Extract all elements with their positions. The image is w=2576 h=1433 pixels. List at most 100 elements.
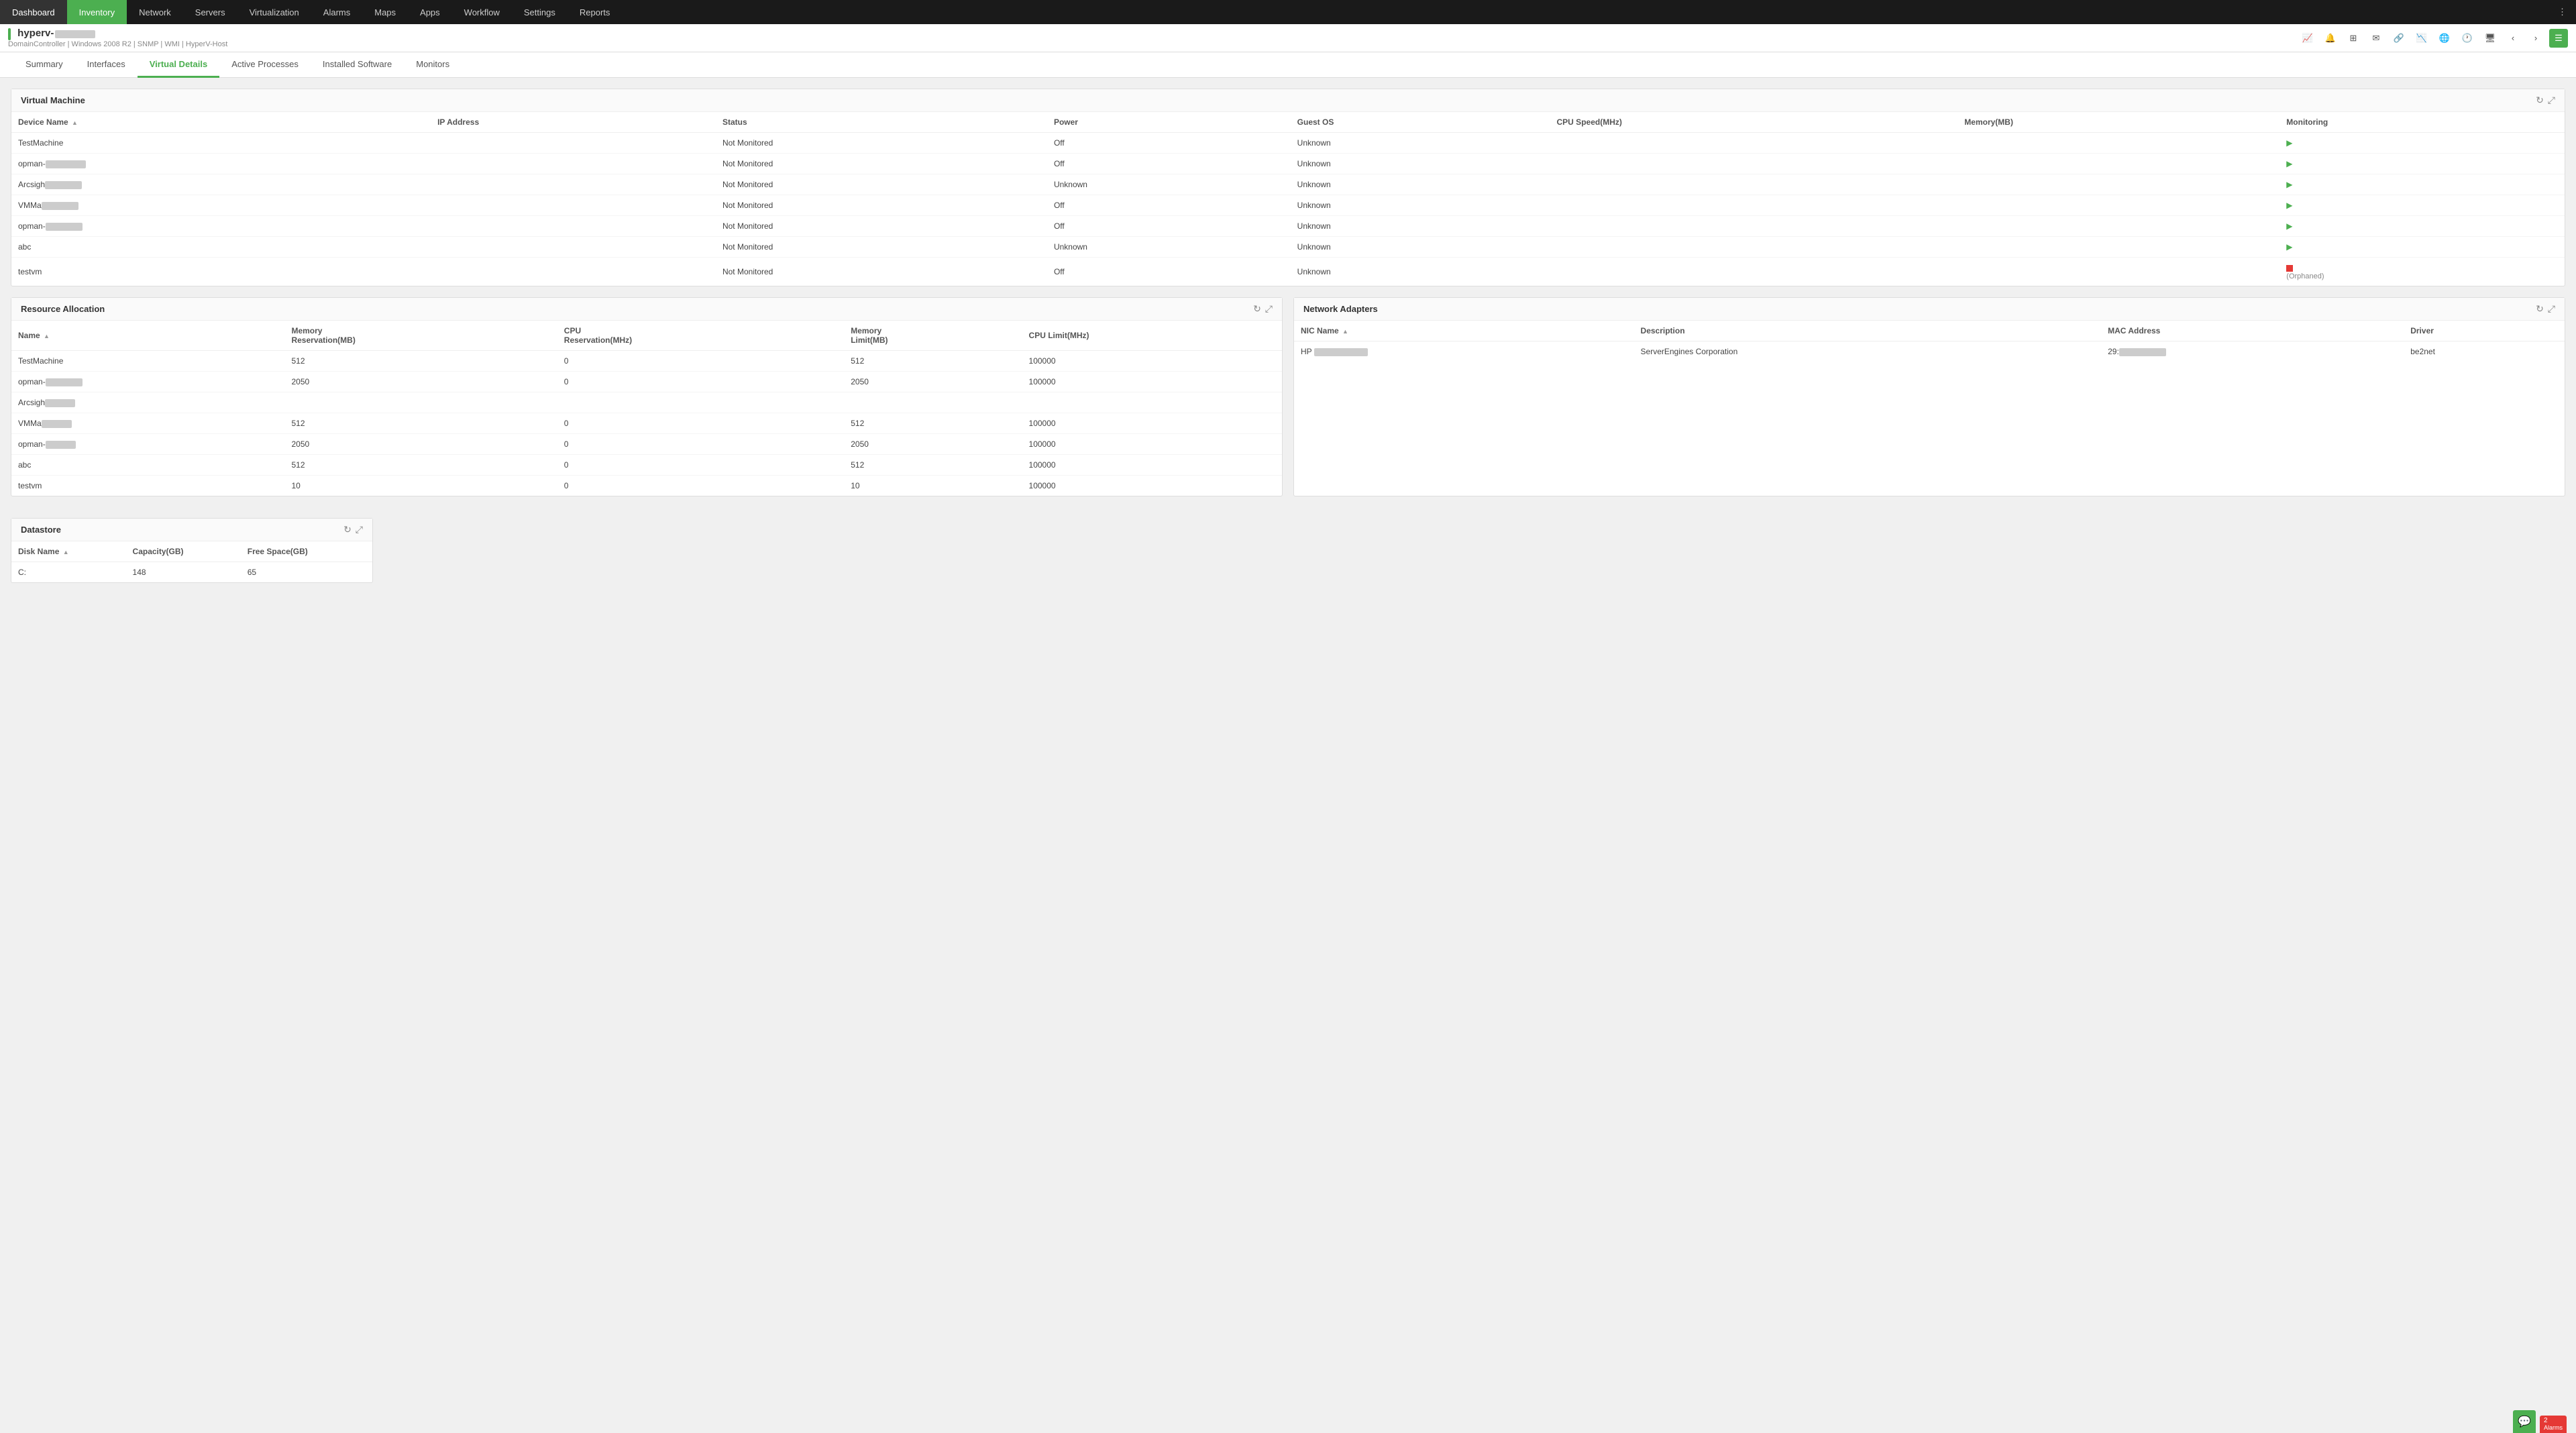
virtual-machine-title: Virtual Machine bbox=[21, 95, 85, 105]
resource-allocation-actions: ↻ ⤢ bbox=[1253, 303, 1273, 315]
screen-icon-btn[interactable]: 🖥 bbox=[2481, 29, 2500, 48]
table-row: opman- 2050 0 2050 100000 bbox=[11, 372, 1282, 392]
monitoring-play-icon[interactable]: ▶ bbox=[2286, 221, 2292, 231]
col-cpu-speed: CPU Speed(MHz) bbox=[1550, 112, 1958, 133]
tab-monitors[interactable]: Monitors bbox=[404, 52, 462, 78]
orphaned-label: (Orphaned) bbox=[2286, 272, 2558, 280]
monitoring-play-icon[interactable]: ▶ bbox=[2286, 180, 2292, 189]
grid-icon-btn[interactable]: ⊞ bbox=[2344, 29, 2363, 48]
table-row: abc Not Monitored Unknown Unknown ▶ bbox=[11, 237, 2565, 258]
network-adapters-section: Network Adapters ↻ ⤢ NIC Name ▲ Descript… bbox=[1293, 297, 2565, 496]
col-free-space: Free Space(GB) bbox=[241, 541, 372, 562]
nav-reports[interactable]: Reports bbox=[568, 0, 623, 24]
device-name-cell: VMMa bbox=[11, 195, 431, 216]
col-nic-name: NIC Name ▲ bbox=[1294, 321, 1634, 341]
network-adapters-title: Network Adapters bbox=[1303, 304, 1378, 314]
resource-allocation-section: Resource Allocation ↻ ⤢ Name ▲ MemoryRes… bbox=[11, 297, 1283, 496]
nav-apps[interactable]: Apps bbox=[408, 0, 452, 24]
col-device-name: Device Name ▲ bbox=[11, 112, 431, 133]
globe-icon-btn[interactable]: 🌐 bbox=[2435, 29, 2454, 48]
monitoring-play-icon[interactable]: ▶ bbox=[2286, 201, 2292, 210]
datastore-actions: ↻ ⤢ bbox=[343, 524, 363, 535]
device-name-cell: opman- bbox=[11, 216, 431, 237]
expand-icon[interactable]: ⤢ bbox=[2548, 95, 2555, 106]
device-name-cell: TestMachine bbox=[11, 133, 431, 154]
prev-icon-btn[interactable]: ‹ bbox=[2504, 29, 2522, 48]
col-mem-res: MemoryReservation(MB) bbox=[284, 321, 557, 351]
nav-dashboard[interactable]: Dashboard bbox=[0, 0, 67, 24]
network-adapters-header: Network Adapters ↻ ⤢ bbox=[1294, 298, 2565, 321]
table-row: VMMa Not Monitored Off Unknown ▶ bbox=[11, 195, 2565, 216]
col-cpu-res: CPUReservation(MHz) bbox=[557, 321, 844, 351]
col-guest-os: Guest OS bbox=[1291, 112, 1550, 133]
refresh-icon[interactable]: ↻ bbox=[2536, 95, 2544, 106]
monitoring-play-icon[interactable]: ▶ bbox=[2286, 138, 2292, 148]
col-disk-name: Disk Name ▲ bbox=[11, 541, 126, 562]
resource-allocation-title: Resource Allocation bbox=[21, 304, 105, 314]
device-name-cell: testvm bbox=[11, 258, 431, 286]
alarms-badge[interactable]: 2 Alarms bbox=[2540, 1416, 2567, 1433]
next-icon-btn[interactable]: › bbox=[2526, 29, 2545, 48]
nav-settings[interactable]: Settings bbox=[512, 0, 568, 24]
expand-icon[interactable]: ⤢ bbox=[356, 524, 363, 535]
nav-network[interactable]: Network bbox=[127, 0, 183, 24]
graph-icon-btn[interactable]: 📉 bbox=[2412, 29, 2431, 48]
col-power: Power bbox=[1047, 112, 1291, 133]
virtual-machine-actions: ↻ ⤢ bbox=[2536, 95, 2555, 106]
bell-icon-btn[interactable]: 🔔 bbox=[2321, 29, 2340, 48]
table-row: testvm 10 0 10 100000 bbox=[11, 476, 1282, 496]
col-status: Status bbox=[716, 112, 1047, 133]
tab-interfaces[interactable]: Interfaces bbox=[75, 52, 138, 78]
device-name-cell: abc bbox=[11, 237, 431, 258]
table-row: Arcsigh bbox=[11, 392, 1282, 413]
expand-icon[interactable]: ⤢ bbox=[1265, 303, 1273, 315]
nav-virtualization[interactable]: Virtualization bbox=[237, 0, 311, 24]
table-row: abc 512 0 512 100000 bbox=[11, 455, 1282, 476]
monitoring-play-icon[interactable]: ▶ bbox=[2286, 242, 2292, 252]
refresh-icon[interactable]: ↻ bbox=[343, 524, 352, 535]
host-toolbar: 📈 🔔 ⊞ ✉ 🔗 📉 🌐 🕐 🖥 ‹ › ☰ bbox=[2298, 29, 2568, 48]
menu-icon-btn[interactable]: ☰ bbox=[2549, 29, 2568, 48]
host-name: hyperv- bbox=[8, 28, 227, 40]
resource-allocation-header: Resource Allocation ↻ ⤢ bbox=[11, 298, 1282, 321]
main-content: Virtual Machine ↻ ⤢ Device Name ▲ IP Add… bbox=[0, 78, 2576, 1430]
col-name: Name ▲ bbox=[11, 321, 284, 351]
nav-inventory[interactable]: Inventory bbox=[67, 0, 127, 24]
col-description: Description bbox=[1634, 321, 2102, 341]
refresh-icon[interactable]: ↻ bbox=[2536, 303, 2544, 315]
col-memory: Memory(MB) bbox=[1957, 112, 2279, 133]
chart-icon-btn[interactable]: 📈 bbox=[2298, 29, 2317, 48]
tab-active-processes[interactable]: Active Processes bbox=[219, 52, 311, 78]
table-row: TestMachine 512 0 512 100000 bbox=[11, 351, 1282, 372]
table-row: HP ServerEngines Corporation 29: be2net bbox=[1294, 341, 2565, 362]
col-driver: Driver bbox=[2404, 321, 2565, 341]
link-icon-btn[interactable]: 🔗 bbox=[2390, 29, 2408, 48]
device-name-cell: Arcsigh bbox=[11, 174, 431, 195]
nav-alarms[interactable]: Alarms bbox=[311, 0, 362, 24]
resource-allocation-table: Name ▲ MemoryReservation(MB) CPUReservat… bbox=[11, 321, 1282, 496]
table-row: opman- Not Monitored Off Unknown ▶ bbox=[11, 154, 2565, 174]
expand-icon[interactable]: ⤢ bbox=[2548, 303, 2555, 315]
nav-servers[interactable]: Servers bbox=[183, 0, 237, 24]
clock-icon-btn[interactable]: 🕐 bbox=[2458, 29, 2477, 48]
table-row: testvm Not Monitored Off Unknown (Orphan… bbox=[11, 258, 2565, 286]
nav-more-button[interactable]: ⋮ bbox=[2548, 0, 2576, 24]
nav-maps[interactable]: Maps bbox=[362, 0, 408, 24]
table-row: opman- 2050 0 2050 100000 bbox=[11, 434, 1282, 455]
chat-button[interactable]: 💬 bbox=[2513, 1410, 2536, 1433]
col-capacity: Capacity(GB) bbox=[126, 541, 241, 562]
mail-icon-btn[interactable]: ✉ bbox=[2367, 29, 2385, 48]
tab-bar: Summary Interfaces Virtual Details Activ… bbox=[0, 52, 2576, 78]
tab-summary[interactable]: Summary bbox=[13, 52, 75, 78]
nav-workflow[interactable]: Workflow bbox=[452, 0, 512, 24]
refresh-icon[interactable]: ↻ bbox=[1253, 303, 1261, 315]
monitoring-play-icon[interactable]: ▶ bbox=[2286, 159, 2292, 168]
top-navigation: Dashboard Inventory Network Servers Virt… bbox=[0, 0, 2576, 24]
col-ip-address: IP Address bbox=[431, 112, 716, 133]
tab-installed-software[interactable]: Installed Software bbox=[311, 52, 404, 78]
col-mac-address: MAC Address bbox=[2101, 321, 2404, 341]
device-name-cell: opman- bbox=[11, 154, 431, 174]
orphaned-icon bbox=[2286, 265, 2293, 272]
tab-virtual-details[interactable]: Virtual Details bbox=[138, 52, 219, 78]
col-monitoring: Monitoring bbox=[2279, 112, 2565, 133]
